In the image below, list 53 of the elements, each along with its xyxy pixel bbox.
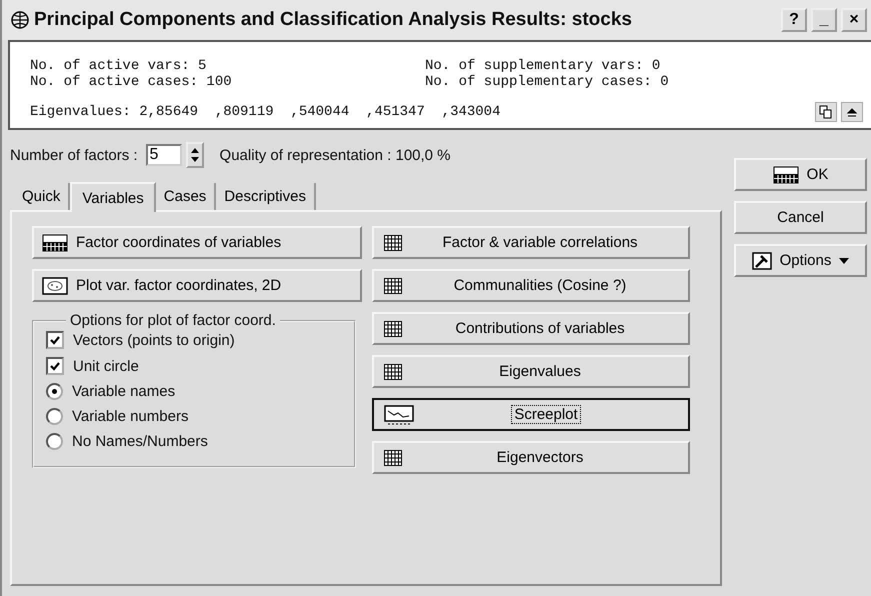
action-button[interactable]: Eigenvalues xyxy=(372,355,690,388)
action-button[interactable]: Plot var. factor coordinates, 2D xyxy=(32,269,362,302)
action-button[interactable]: Communalities (Cosine ?) xyxy=(372,269,690,302)
factors-input[interactable]: 5 xyxy=(146,144,182,166)
arrow-up-icon xyxy=(847,106,857,118)
checkbox[interactable] xyxy=(46,331,64,349)
quality-text: Quality of representation : 100,0 % xyxy=(220,146,451,164)
grid-icon xyxy=(384,320,402,336)
check-icon xyxy=(49,360,61,372)
expand-button[interactable] xyxy=(841,102,863,122)
scatterplot-icon xyxy=(42,276,68,294)
radio-button[interactable] xyxy=(46,383,63,400)
grid-icon xyxy=(384,364,402,380)
action-button[interactable]: Eigenvectors xyxy=(372,441,690,474)
copy-icon xyxy=(819,105,833,119)
option[interactable]: Variable names xyxy=(46,383,344,400)
spin-button[interactable] xyxy=(186,142,204,168)
action-button[interactable]: Factor coordinates of variables xyxy=(32,226,362,259)
option[interactable]: Unit circle xyxy=(46,357,344,375)
action-button[interactable]: Factor & variable correlations xyxy=(372,226,690,259)
tab[interactable]: Variables xyxy=(70,182,156,212)
window-title: Principal Components and Classification Analysis Results: stocks xyxy=(34,9,633,31)
summary-text: No. of supplementary vars: 0 xyxy=(425,58,662,74)
option[interactable]: Variable numbers xyxy=(46,408,344,425)
summary-text: No. of supplementary cases: 0 xyxy=(425,74,670,90)
check-icon xyxy=(49,334,61,346)
eigenvalues-text: Eigenvalues: 2,85649 ,809119 ,540044 ,451347 ,343004 xyxy=(30,104,500,120)
window-control-button[interactable]: × xyxy=(841,8,867,32)
hammer-icon xyxy=(752,252,772,270)
summary-text: No. of active cases: 100 xyxy=(30,74,233,90)
radio-button[interactable] xyxy=(46,433,63,450)
globe-icon xyxy=(10,10,30,30)
summary-text: No. of active vars: 5 xyxy=(30,58,208,74)
grid-icon xyxy=(384,234,402,250)
dialog-button[interactable]: Cancel xyxy=(734,201,867,234)
table-icon xyxy=(772,166,799,184)
option[interactable]: No Names/Numbers xyxy=(46,433,344,450)
option[interactable]: Vectors (points to origin) xyxy=(46,331,344,349)
copy-button[interactable] xyxy=(815,102,837,122)
window-control-button[interactable]: _ xyxy=(811,8,837,32)
grid-icon xyxy=(384,278,402,294)
radio-button[interactable] xyxy=(46,408,63,425)
window-control-button[interactable]: ? xyxy=(781,8,807,32)
line-chart-icon xyxy=(384,404,414,424)
action-button[interactable]: Screeplot xyxy=(372,398,690,431)
group-title: Options for plot of factor coord. xyxy=(69,312,277,329)
dialog-button[interactable]: Options xyxy=(734,244,867,277)
grid-icon xyxy=(384,450,402,466)
factors-label: Number of factors : xyxy=(10,146,138,164)
checkbox[interactable] xyxy=(46,357,64,375)
table-icon xyxy=(42,234,68,252)
action-button[interactable]: Contributions of variables xyxy=(372,312,690,345)
dialog-button[interactable]: OK xyxy=(734,158,867,191)
